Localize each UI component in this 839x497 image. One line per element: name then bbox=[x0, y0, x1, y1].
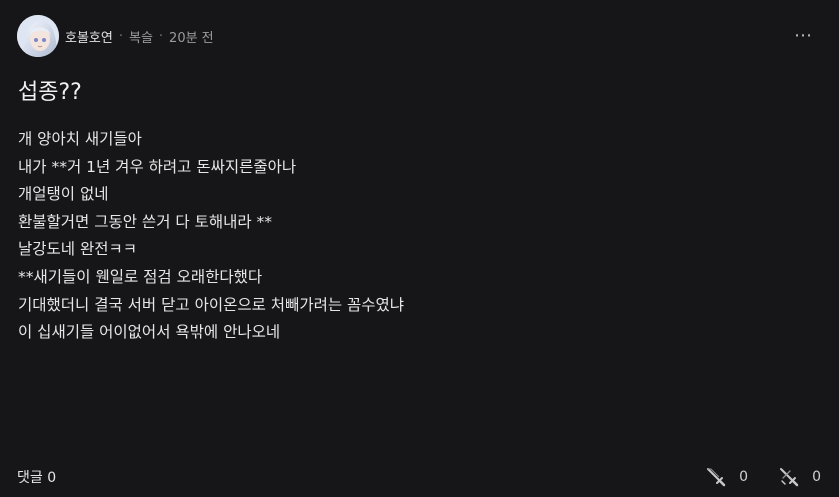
post-time: 20분 전 bbox=[169, 30, 214, 46]
body-line: 이 십새기들 어이없어서 욕밖에 안나오네 bbox=[18, 323, 281, 342]
body-line: 개 양아치 새기들아 bbox=[18, 130, 142, 148]
post-meta: 호볼호연 · 복슬 · 20분 전 bbox=[65, 27, 214, 46]
like-button[interactable]: 0 bbox=[705, 466, 748, 488]
avatar[interactable] bbox=[17, 15, 59, 57]
meta-separator: · bbox=[158, 28, 164, 44]
body-line: 날강도네 완전ㅋㅋ bbox=[18, 240, 138, 259]
post-body: 개 양아치 새기들아 내가 **거 1년 겨우 하려고 돈싸지른줄아나 개얼탱이… bbox=[18, 126, 798, 347]
avatar-image bbox=[17, 15, 59, 57]
body-line: 개얼탱이 없네 bbox=[18, 185, 109, 204]
author-name[interactable]: 호볼호연 bbox=[65, 27, 113, 46]
crossed-sword-icon bbox=[780, 468, 799, 487]
meta-separator: · bbox=[118, 28, 123, 44]
body-line: 내가 **거 1년 겨우 하려고 돈싸지른줄아나 bbox=[18, 157, 297, 176]
like-count: 0 bbox=[739, 469, 749, 485]
post-title: 섭종?? bbox=[18, 80, 82, 105]
body-line: 환불할거면 그동안 쓴거 다 토해내라 ** bbox=[18, 212, 273, 231]
sword-icon bbox=[707, 468, 726, 487]
reaction-actions: 0 0 bbox=[705, 466, 821, 488]
dislike-count: 0 bbox=[812, 469, 821, 485]
comments-count[interactable]: 댓글 0 bbox=[17, 467, 56, 487]
dislike-button[interactable]: 0 bbox=[778, 466, 821, 488]
post-footer: 댓글 0 0 0 bbox=[17, 465, 821, 489]
body-line: **새기들이 웬일로 점검 오래한다했다 bbox=[18, 267, 263, 286]
more-icon[interactable]: ⋯ bbox=[794, 25, 813, 46]
post-category: 복슬 bbox=[128, 30, 153, 46]
post-header: 호볼호연 · 복슬 · 20분 전 ⋯ bbox=[17, 15, 819, 57]
body-line: 기대했더니 결국 서버 닫고 아이온으로 처빼가려는 꼼수였냐 bbox=[18, 295, 405, 314]
